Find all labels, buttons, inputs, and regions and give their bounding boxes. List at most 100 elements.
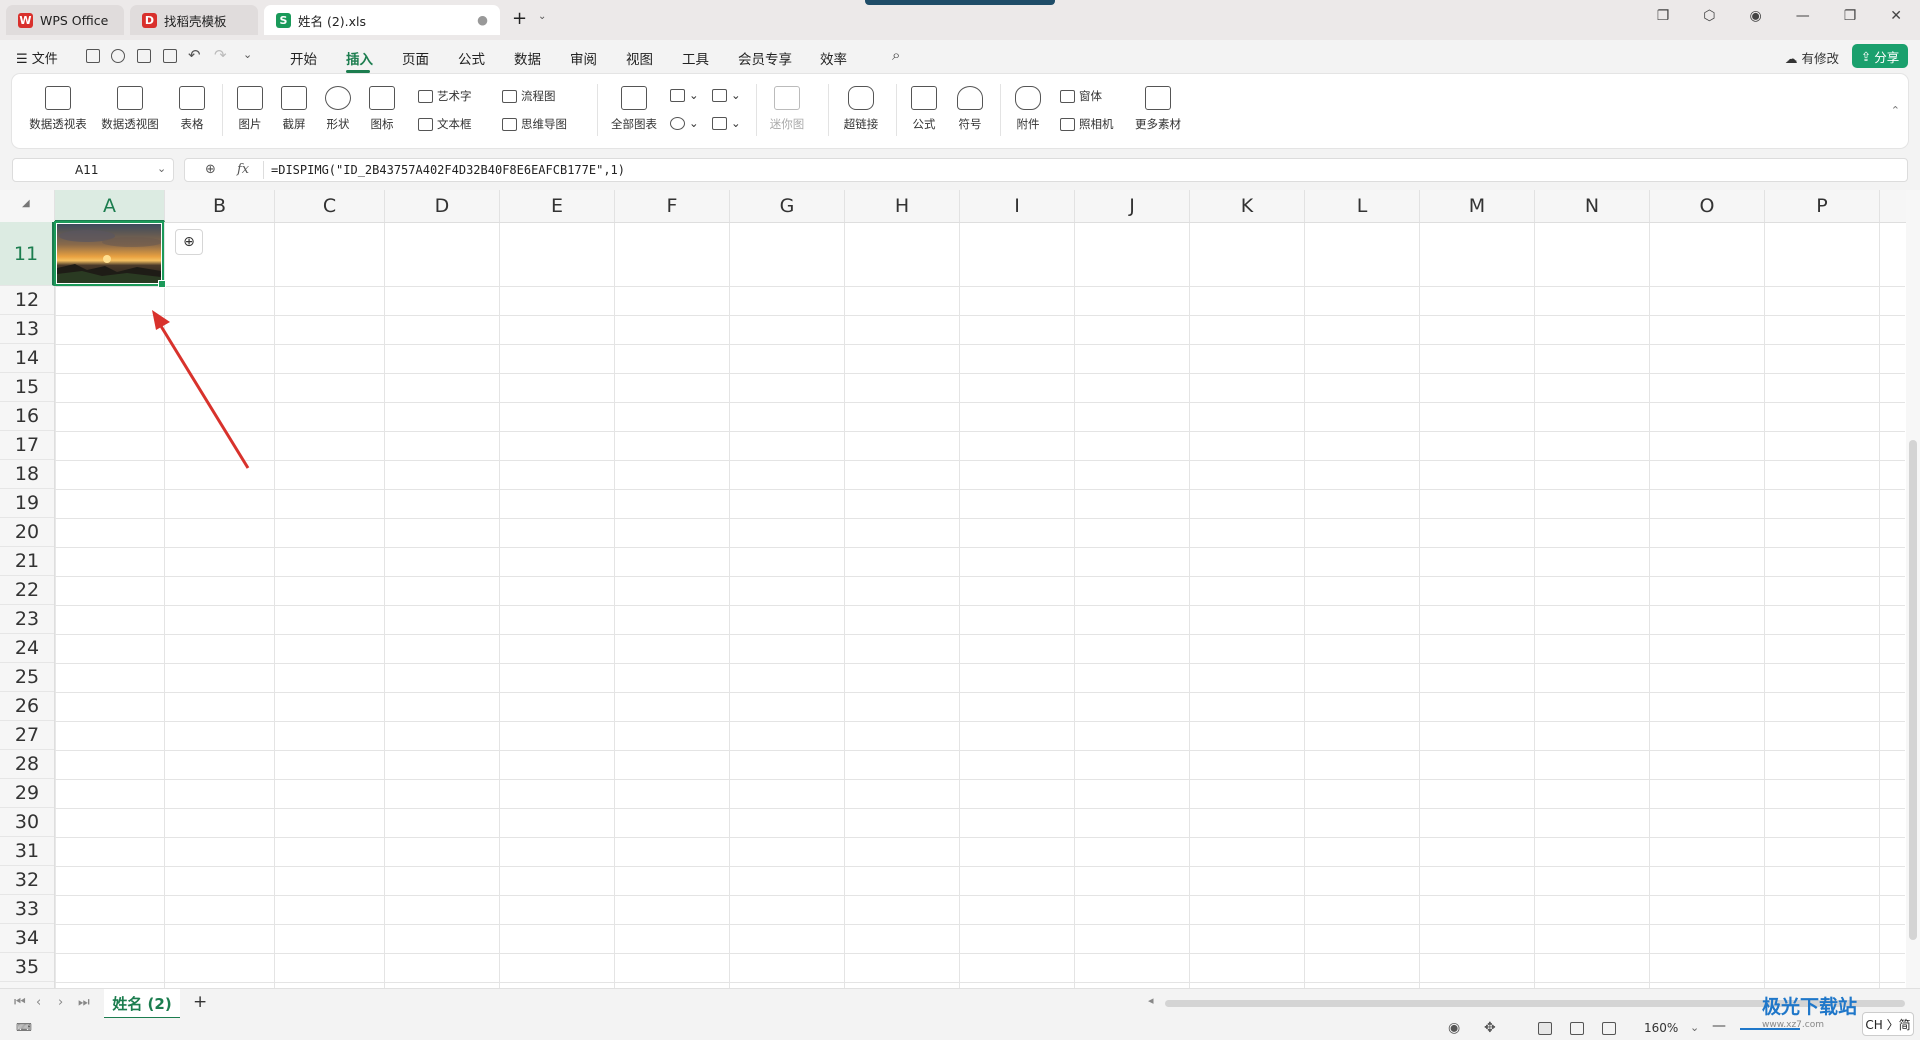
page-break-icon[interactable] [1602,1022,1616,1035]
print-preview-icon[interactable] [163,49,177,63]
share-link-icon[interactable] [111,49,125,63]
file-menu[interactable]: ☰ 文件 [16,48,58,67]
row-header-21[interactable]: 21 [0,547,54,576]
icon-button[interactable]: 图标 [364,86,400,132]
all-charts-button[interactable]: 全部图表 [608,86,660,132]
picture-button[interactable]: 图片 [232,86,268,132]
cube-icon[interactable]: ⬡ [1703,8,1715,24]
column-header-P[interactable]: P [1765,190,1880,222]
tab-docer[interactable]: D 找稻壳模板 [130,5,258,35]
column-header-H[interactable]: H [845,190,960,222]
avatar[interactable]: ◉ [1749,8,1761,24]
formula-insert-button[interactable]: 公式 [904,86,944,132]
column-header-L[interactable]: L [1305,190,1420,222]
focus-mode-icon[interactable]: ✥ [1484,1020,1496,1036]
search-icon[interactable]: ⌕ [892,46,900,64]
row-header-16[interactable]: 16 [0,402,54,431]
modify-status-button[interactable]: ☁ 有修改 [1785,48,1839,67]
form-button[interactable]: 窗体 [1060,88,1102,104]
row-header-27[interactable]: 27 [0,721,54,750]
close-icon[interactable]: ✕ [1890,8,1902,24]
row-header-33[interactable]: 33 [0,895,54,924]
row-header-23[interactable]: 23 [0,605,54,634]
column-header-O[interactable]: O [1650,190,1765,222]
undo-icon[interactable]: ↶ [188,46,201,64]
menu-tools[interactable]: 工具 [682,48,709,68]
line-chart-button[interactable]: ⌄ [712,88,741,102]
row-header-35[interactable]: 35 [0,953,54,982]
name-box[interactable]: A11 ⌄ [12,158,174,182]
menu-view[interactable]: 视图 [626,48,653,68]
more-materials-button[interactable]: 更多素材 [1126,86,1190,132]
normal-view-icon[interactable] [1538,1022,1552,1035]
column-header-N[interactable]: N [1535,190,1650,222]
select-all-corner[interactable]: ◢ [0,190,55,222]
share-button[interactable]: ⇪ 分享 [1852,44,1908,68]
formula-bar[interactable]: ⊕ fx =DISPIMG("ID_2B43757A402F4D32B40F8E… [184,158,1908,182]
camera-button[interactable]: 照相机 [1060,116,1114,132]
menu-data[interactable]: 数据 [514,48,541,68]
page-layout-icon[interactable] [1570,1022,1584,1035]
column-header-D[interactable]: D [385,190,500,222]
row-header-17[interactable]: 17 [0,431,54,460]
attachment-button[interactable]: 附件 [1008,86,1048,132]
column-header-F[interactable]: F [615,190,730,222]
menu-page[interactable]: 页面 [402,48,429,68]
ribbon-collapse-icon[interactable]: ⌃ [1891,104,1900,117]
quick-access-chevron-icon[interactable]: ⌄ [243,48,252,61]
text-box-button[interactable]: 文本框 [418,116,472,132]
column-header-M[interactable]: M [1420,190,1535,222]
row-header-29[interactable]: 29 [0,779,54,808]
row-header-32[interactable]: 32 [0,866,54,895]
print-icon[interactable] [137,49,151,63]
zoom-image-button[interactable]: ⊕ [175,229,203,255]
column-header-C[interactable]: C [275,190,385,222]
row-header-13[interactable]: 13 [0,315,54,344]
zoom-chevron-icon[interactable]: ⌄ [1690,1021,1699,1034]
menu-efficiency[interactable]: 效率 [820,48,847,68]
row-header-22[interactable]: 22 [0,576,54,605]
row-header-24[interactable]: 24 [0,634,54,663]
column-header-J[interactable]: J [1075,190,1190,222]
row-header-20[interactable]: 20 [0,518,54,547]
column-header-B[interactable]: B [165,190,275,222]
fill-handle[interactable] [158,280,166,288]
scatter-chart-button[interactable]: ⌄ [712,116,741,130]
column-header-G[interactable]: G [730,190,845,222]
bar-chart-button[interactable]: ⌄ [670,88,699,102]
menu-member[interactable]: 会员专享 [738,48,792,68]
last-sheet-icon[interactable]: ⏭ [78,995,90,1010]
new-tab-button[interactable]: + [512,8,527,29]
add-sheet-button[interactable]: + [193,992,207,1012]
vertical-scrollbar[interactable] [1906,190,1920,988]
row-header-12[interactable]: 12 [0,286,54,315]
row-header-18[interactable]: 18 [0,460,54,489]
restore-layout-icon[interactable]: ❐ [1657,8,1670,24]
art-text-button[interactable]: 艺术字 [418,88,472,104]
prev-sheet-icon[interactable]: ‹ [36,995,41,1010]
mind-map-button[interactable]: 思维导图 [502,116,567,132]
table-button[interactable]: 表格 [174,86,210,132]
column-header-A[interactable]: A [55,190,165,222]
symbol-button[interactable]: 符号 [950,86,990,132]
menu-formula[interactable]: 公式 [458,48,485,68]
cell-area[interactable] [55,223,1905,988]
menu-insert[interactable]: 插入 [346,48,373,68]
pivot-table-button[interactable]: 数据透视表 [28,86,88,132]
column-header-K[interactable]: K [1190,190,1305,222]
pivot-chart-button[interactable]: 数据透视图 [100,86,160,132]
macro-record-icon[interactable]: ⌨ [16,1021,32,1034]
ime-indicator[interactable]: CH 〉简 [1862,1012,1914,1036]
selected-cell-A11[interactable] [54,221,166,288]
scroll-left-icon[interactable]: ◂ [1148,994,1154,1007]
shape-button[interactable]: 形状 [320,86,356,132]
pie-chart-button[interactable]: ⌄ [670,116,699,130]
menu-review[interactable]: 审阅 [570,48,597,68]
chevron-down-icon[interactable]: ⌄ [157,162,166,175]
zoom-formula-icon[interactable]: ⊕ [205,162,216,177]
row-header-30[interactable]: 30 [0,808,54,837]
column-header-E[interactable]: E [500,190,615,222]
save-icon[interactable] [86,49,100,63]
formula-text[interactable]: =DISPIMG("ID_2B43757A402F4D32B40F8E6EAFC… [271,163,625,177]
flowchart-button[interactable]: 流程图 [502,88,556,104]
